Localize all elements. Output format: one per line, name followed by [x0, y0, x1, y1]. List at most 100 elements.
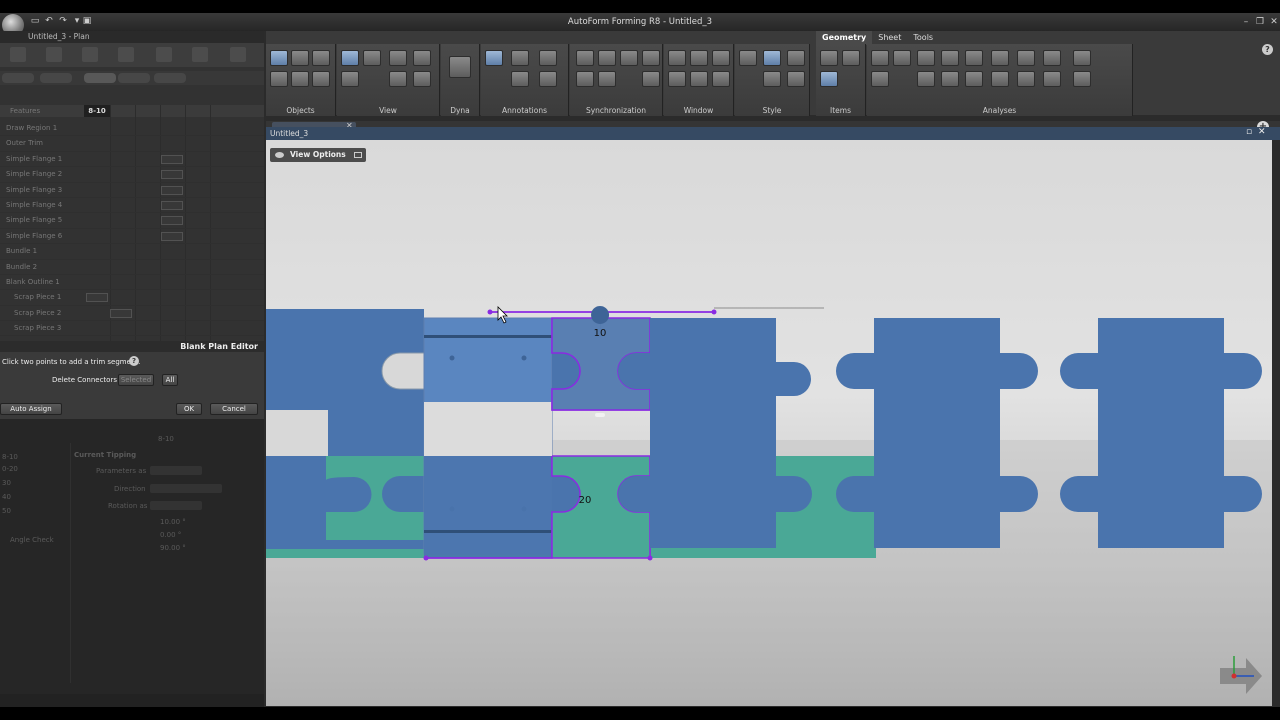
window-quad-icon[interactable]	[668, 71, 686, 87]
analysis-a-icon[interactable]	[871, 50, 889, 66]
tree-row[interactable]: Draw Region 1	[0, 121, 264, 137]
filter-tab-3[interactable]	[84, 73, 116, 83]
tab-geometry[interactable]: Geometry	[816, 31, 873, 45]
angle-check-label[interactable]: Angle Check	[10, 536, 54, 544]
sync-c-icon[interactable]	[620, 50, 638, 66]
operation-assignment-cell[interactable]	[161, 154, 183, 164]
help-icon[interactable]: ?	[129, 356, 139, 366]
tag-icon[interactable]	[511, 71, 529, 87]
probe-icon[interactable]	[539, 71, 557, 87]
sync-a-icon[interactable]	[576, 50, 594, 66]
items-a-icon[interactable]	[820, 50, 838, 66]
tab-sheet[interactable]: Sheet	[872, 31, 907, 45]
style-texture-icon[interactable]	[787, 71, 805, 87]
tree-row[interactable]: Outer Trim	[0, 136, 264, 152]
sync-d-icon[interactable]	[598, 71, 616, 87]
tree-row[interactable]: Scrap Piece 2	[0, 306, 264, 322]
analysis-l-icon[interactable]	[941, 71, 959, 87]
shape-a-icon[interactable]	[270, 71, 288, 87]
style-shaded-icon[interactable]	[763, 50, 781, 66]
filter-tab-2[interactable]	[40, 73, 72, 83]
view-front-icon[interactable]	[341, 50, 359, 66]
tree-row[interactable]: Simple Flange 1	[0, 152, 264, 168]
view-zoom-icon[interactable]	[389, 71, 407, 87]
tree-row[interactable]: Simple Flange 3	[0, 183, 264, 198]
analysis-q-icon[interactable]	[1073, 71, 1091, 87]
operation-assignment-cell[interactable]	[161, 216, 183, 226]
window-float-icon[interactable]	[712, 50, 730, 66]
window-single-icon[interactable]	[668, 50, 686, 66]
help-icon[interactable]: ?	[1262, 44, 1273, 55]
filter-tab-5[interactable]	[154, 73, 186, 83]
analysis-c-icon[interactable]	[917, 50, 935, 66]
analysis-j-icon[interactable]	[871, 71, 889, 87]
sync-b-icon[interactable]	[598, 50, 616, 66]
analysis-n-icon[interactable]	[991, 71, 1009, 87]
rotation-field[interactable]	[150, 501, 202, 510]
tool-f-icon[interactable]	[192, 47, 208, 62]
cancel-button[interactable]: Cancel	[210, 403, 258, 415]
object-option-icon[interactable]	[312, 50, 330, 66]
viewport-scrollbar[interactable]	[1272, 140, 1280, 706]
window-tile-icon[interactable]	[712, 71, 730, 87]
tool-d-icon[interactable]	[118, 47, 134, 62]
link-icon[interactable]	[642, 50, 660, 66]
measure-icon[interactable]	[511, 50, 529, 66]
analysis-i-icon[interactable]	[1073, 50, 1091, 66]
tool-a-icon[interactable]	[10, 47, 26, 62]
value-2[interactable]: 0.00 °	[160, 531, 181, 539]
delete-all-button[interactable]: All	[162, 374, 178, 386]
view-rotate-icon[interactable]	[363, 50, 381, 66]
direction-field[interactable]	[150, 484, 222, 493]
window-split-icon[interactable]	[690, 50, 708, 66]
close-icon[interactable]: ✕	[1268, 16, 1280, 28]
parameters-field[interactable]	[150, 466, 202, 475]
tree-row[interactable]: Simple Flange 2	[0, 167, 264, 183]
tree-row[interactable]: Scrap Piece 1	[0, 290, 264, 306]
tool-e-icon[interactable]	[156, 47, 172, 62]
view-fit-icon[interactable]	[389, 50, 407, 66]
features-column[interactable]: Features	[10, 105, 40, 117]
view-camera-icon[interactable]	[413, 50, 431, 66]
analysis-h-icon[interactable]	[1043, 50, 1061, 66]
unlink-icon[interactable]	[642, 71, 660, 87]
analysis-f-icon[interactable]	[991, 50, 1009, 66]
tree-row[interactable]: Simple Flange 5	[0, 213, 264, 229]
operation-assignment-cell[interactable]	[161, 185, 183, 195]
analysis-g-icon[interactable]	[1017, 50, 1035, 66]
operation-assignment-cell[interactable]	[161, 200, 183, 210]
shape-c-icon[interactable]	[312, 71, 330, 87]
items-b-icon[interactable]	[842, 50, 860, 66]
tree-row[interactable]: Bundle 2	[0, 260, 264, 275]
filter-tab-4[interactable]	[118, 73, 150, 83]
select-object-icon[interactable]	[270, 50, 288, 66]
analysis-o-icon[interactable]	[1017, 71, 1035, 87]
analysis-d-icon[interactable]	[941, 50, 959, 66]
dyna-icon[interactable]	[449, 56, 471, 78]
tool-b-icon[interactable]	[46, 47, 62, 62]
selected-op-column[interactable]: 8-10	[84, 105, 110, 117]
viewport-close-icon[interactable]: ✕	[1258, 127, 1266, 137]
tree-row[interactable]: Bundle 1	[0, 244, 264, 260]
value-1[interactable]: 10.00 °	[160, 518, 186, 526]
items-c-icon[interactable]	[820, 71, 838, 87]
tree-row[interactable]: Simple Flange 4	[0, 198, 264, 214]
style-material-icon[interactable]	[763, 71, 781, 87]
open-object-icon[interactable]	[291, 50, 309, 66]
3d-viewport[interactable]: View Options 10 20	[266, 140, 1272, 706]
tool-c-icon[interactable]	[82, 47, 98, 62]
style-mesh-icon[interactable]	[739, 50, 757, 66]
tree-row[interactable]: Scrap Piece 3	[0, 321, 264, 337]
analysis-b-icon[interactable]	[893, 50, 911, 66]
pick-icon[interactable]	[485, 50, 503, 66]
operation-assignment-cell[interactable]	[110, 308, 132, 318]
filter-tab-1[interactable]	[2, 73, 34, 83]
annotate-icon[interactable]	[539, 50, 557, 66]
minimize-icon[interactable]: –	[1240, 16, 1252, 28]
view-light-icon[interactable]	[413, 71, 431, 87]
value-3[interactable]: 90.00 °	[160, 544, 186, 552]
style-wire-icon[interactable]	[787, 50, 805, 66]
delete-selected-button[interactable]: Selected	[118, 374, 154, 386]
operation-assignment-cell[interactable]	[86, 293, 108, 303]
window-grid-icon[interactable]	[690, 71, 708, 87]
